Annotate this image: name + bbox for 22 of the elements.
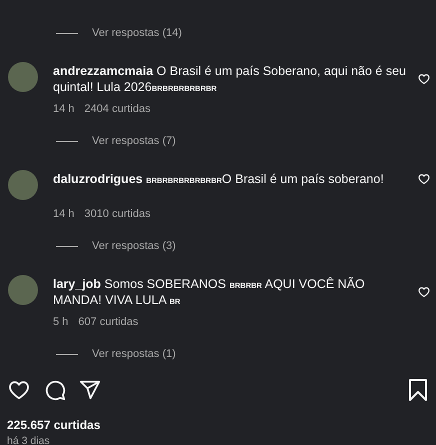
view-replies-link[interactable]: Ver respostas (14): [92, 27, 182, 39]
comment-time: 14 h: [53, 102, 74, 117]
comment-time: 14 h: [53, 207, 74, 222]
view-replies-link[interactable]: Ver respostas (1): [92, 348, 176, 360]
share-icon[interactable]: [79, 379, 101, 401]
view-replies-link[interactable]: Ver respostas (3): [92, 240, 176, 252]
comment-likes[interactable]: 3010 curtidas: [84, 206, 150, 222]
avatar[interactable]: [8, 62, 38, 92]
heart-icon[interactable]: [418, 73, 430, 85]
avatar[interactable]: [8, 170, 38, 200]
comment-likes[interactable]: 2404 curtidas: [84, 101, 150, 117]
view-replies-link[interactable]: Ver respostas (7): [92, 135, 176, 147]
post-likes[interactable]: 225.657 curtidas: [0, 417, 436, 433]
heart-icon[interactable]: [418, 173, 430, 185]
heart-icon[interactable]: [8, 379, 30, 401]
comment-icon[interactable]: [44, 379, 66, 401]
avatar[interactable]: [8, 275, 38, 305]
heart-icon[interactable]: [418, 286, 430, 298]
comment-time: 5 h: [53, 315, 68, 330]
post-date[interactable]: há 3 dias: [0, 434, 436, 445]
bookmark-icon[interactable]: [408, 379, 428, 401]
comment-likes[interactable]: 607 curtidas: [78, 314, 138, 330]
